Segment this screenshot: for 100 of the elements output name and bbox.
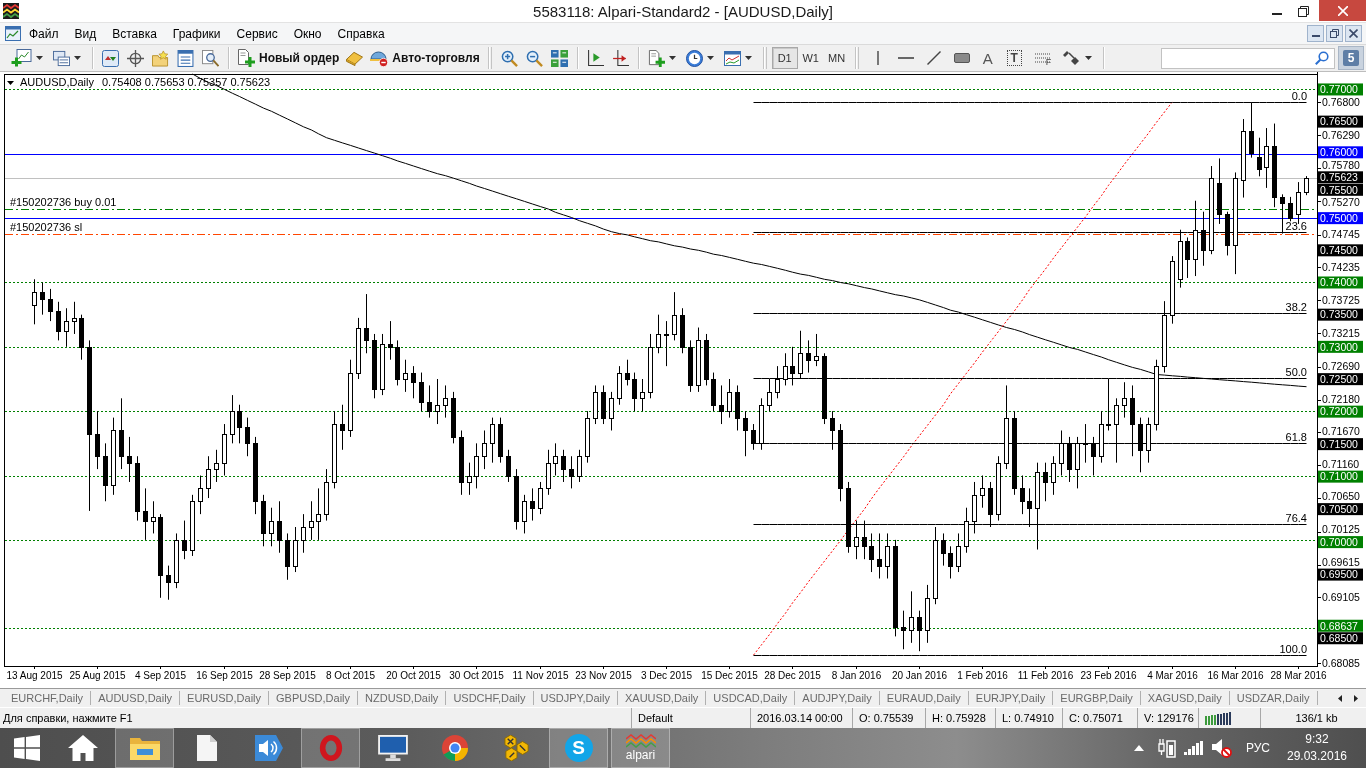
- windows-icon[interactable]: [53, 49, 70, 67]
- chart-tab[interactable]: EURJPY,Daily: [968, 691, 1054, 705]
- chart-tab[interactable]: AUDUSD,Daily: [91, 691, 181, 705]
- search-field[interactable]: [1161, 47, 1335, 69]
- candle: [1051, 455, 1056, 496]
- close-button[interactable]: [1345, 25, 1362, 42]
- restore-button[interactable]: [1326, 25, 1343, 42]
- time-axis-label: 4 Mar 2016: [1147, 670, 1198, 681]
- caret-icon[interactable]: [1085, 56, 1093, 60]
- chart-shift-icon[interactable]: [586, 49, 604, 67]
- candle: [482, 430, 487, 470]
- chart-tab[interactable]: XAGUSD,Daily: [1140, 691, 1230, 705]
- arrows-window-icon[interactable]: [102, 49, 119, 67]
- zoom-in-icon[interactable]: [500, 49, 518, 67]
- text-label-tool[interactable]: T: [1006, 50, 1022, 66]
- menu-item[interactable]: Вставка: [104, 24, 165, 43]
- document-magnifier-icon[interactable]: [202, 49, 219, 67]
- arrows-icon[interactable]: [1063, 51, 1080, 65]
- chart-tab[interactable]: NZDUSD,Daily: [358, 691, 447, 705]
- chart-tab[interactable]: GBPUSD,Daily: [269, 691, 359, 705]
- taskbar-button[interactable]: [115, 728, 174, 768]
- candle: [735, 384, 740, 431]
- chart-tab[interactable]: EURAUD,Daily: [879, 691, 969, 705]
- chart-plus-icon[interactable]: [11, 49, 32, 67]
- caret-icon[interactable]: [7, 80, 14, 85]
- chart-tab[interactable]: USDZAR,Daily: [1229, 691, 1318, 705]
- search-icon[interactable]: [1315, 51, 1329, 65]
- menu-item[interactable]: Графики: [164, 24, 229, 43]
- language-indicator[interactable]: РУС: [1245, 741, 1270, 755]
- text-tool[interactable]: A: [982, 49, 993, 67]
- fibonacci-tool-button[interactable]: F: [1034, 49, 1052, 67]
- candle: [40, 282, 45, 316]
- chart-template-icon[interactable]: [723, 49, 741, 67]
- clock-date[interactable]: 29.03.2016: [1286, 748, 1348, 765]
- order-label: #150202736 sl: [10, 220, 83, 233]
- candle: [1138, 417, 1143, 473]
- candle: [964, 507, 969, 554]
- left-triangle-icon[interactable]: [1338, 694, 1342, 702]
- windows-logo-icon[interactable]: [13, 735, 40, 761]
- time-axis-label: 8 Jan 2016: [831, 670, 882, 681]
- chart-window-icon[interactable]: [5, 26, 21, 41]
- star-folder-icon[interactable]: [152, 49, 169, 67]
- caret-icon[interactable]: [668, 56, 676, 60]
- auto-trading-button[interactable]: Авто-торговля: [367, 46, 483, 70]
- candle: [514, 468, 519, 531]
- taskbar-button[interactable]: alpari: [611, 728, 670, 768]
- time-axis-label: 25 Aug 2015: [69, 670, 126, 681]
- document-plus-icon[interactable]: [647, 49, 665, 67]
- period-button[interactable]: D1: [771, 47, 798, 69]
- chart-tab[interactable]: EURGBP,Daily: [1053, 691, 1141, 705]
- clock-time[interactable]: 9:32: [1305, 731, 1329, 748]
- chart-tab[interactable]: USDCAD,Daily: [706, 691, 796, 705]
- tile-windows-icon[interactable]: [550, 49, 568, 67]
- candle: [972, 481, 977, 534]
- minimize-button[interactable]: [1307, 25, 1324, 42]
- caret-icon[interactable]: [74, 56, 81, 60]
- caret-icon[interactable]: [36, 56, 43, 60]
- chart-tab[interactable]: USDCHF,Daily: [446, 691, 534, 705]
- restore-icon[interactable]: [1298, 5, 1309, 17]
- right-triangle-icon[interactable]: [1354, 694, 1358, 702]
- crosshair-icon[interactable]: [127, 49, 144, 67]
- menu-item[interactable]: Окно: [285, 24, 330, 43]
- signal-bars-icon[interactable]: [1183, 741, 1203, 755]
- diagonal-line-icon[interactable]: [925, 51, 942, 65]
- candle: [1280, 193, 1285, 235]
- list-window-icon[interactable]: [177, 49, 194, 67]
- price-tag: 0.70000: [1318, 535, 1363, 549]
- candle: [869, 532, 874, 573]
- rectangle-icon[interactable]: [953, 51, 970, 65]
- candle: [1099, 410, 1104, 464]
- period-button[interactable]: W1: [797, 47, 824, 69]
- caret-icon[interactable]: [706, 56, 714, 60]
- chart-tab[interactable]: EURUSD,Daily: [180, 691, 270, 705]
- menu-item[interactable]: Файл: [21, 24, 67, 43]
- close-button[interactable]: [1319, 0, 1366, 21]
- muted-speaker-icon[interactable]: [1211, 738, 1232, 758]
- clock-icon[interactable]: [685, 49, 703, 67]
- notifications-button[interactable]: 5: [1338, 46, 1364, 70]
- price-tag: 0.73000: [1318, 340, 1363, 353]
- candle: [806, 339, 811, 374]
- menu-item[interactable]: Сервис: [228, 24, 286, 43]
- battery-plug-icon[interactable]: [1157, 738, 1176, 758]
- price-axis-label: 0.76800: [1322, 96, 1360, 109]
- candle: [948, 545, 953, 579]
- caret-up-icon[interactable]: [1133, 745, 1144, 751]
- candle: [1091, 436, 1096, 477]
- chart-tab[interactable]: AUDJPY,Daily: [795, 691, 880, 705]
- caret-icon[interactable]: [744, 56, 752, 60]
- zoom-out-icon[interactable]: [525, 49, 543, 67]
- chart-tab[interactable]: EURCHF,Daily: [4, 691, 92, 705]
- auto-scroll-icon[interactable]: [611, 49, 629, 67]
- chart-tab[interactable]: USDJPY,Daily: [533, 691, 618, 705]
- price-tag: 0.69500: [1318, 568, 1363, 581]
- new-order-button[interactable]: Новый ордер: [234, 46, 343, 70]
- menu-item[interactable]: Справка: [329, 24, 393, 43]
- chart-tab[interactable]: XAUUSD,Daily: [618, 691, 707, 705]
- book-icon[interactable]: [346, 49, 364, 67]
- menu-item[interactable]: Вид: [66, 24, 105, 43]
- period-button[interactable]: MN: [823, 47, 850, 69]
- candle: [388, 320, 393, 361]
